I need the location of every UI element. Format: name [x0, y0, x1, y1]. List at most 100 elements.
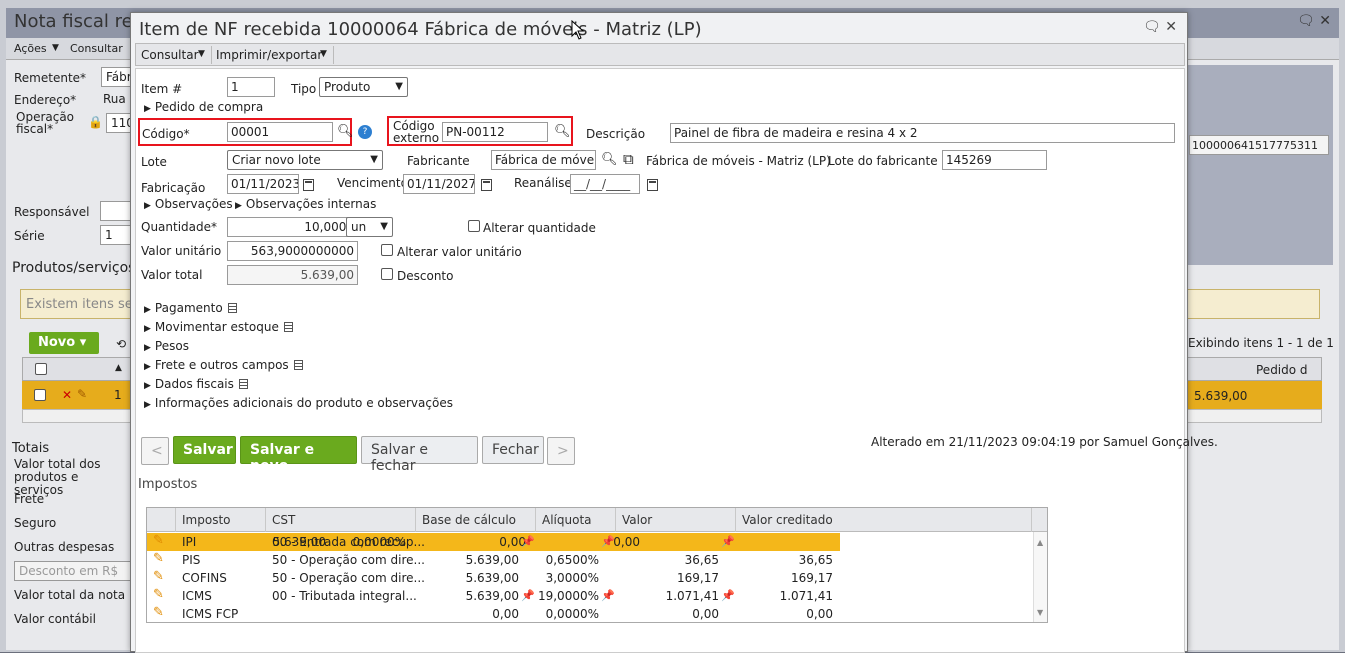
remetente-input[interactable]: Fábri — [101, 67, 135, 87]
valor-unitario-input[interactable]: 563,9000000000 — [227, 241, 358, 261]
desconto-select[interactable]: Desconto em R$ — [14, 561, 131, 581]
fabricante-link[interactable]: Fábrica de móveis - Matriz (LP) — [646, 154, 831, 168]
document-icon[interactable] — [227, 303, 237, 313]
edit-icon[interactable]: ✎ — [153, 533, 164, 548]
descricao-input[interactable]: Painel de fibra de madeira e resina 4 x … — [670, 123, 1175, 143]
salvar-novo-button[interactable]: Salvar e novo — [240, 436, 357, 474]
pedido-compra-toggle[interactable]: ▶ Pedido de compra — [144, 100, 263, 114]
fabricante-input[interactable]: Fábrica de móveis — [491, 150, 596, 170]
section-toggle[interactable]: ▶ Frete e outros campos — [144, 358, 303, 372]
quantidade-input[interactable]: 10,0000 — [227, 217, 358, 237]
fechar-button[interactable]: Fechar — [482, 436, 544, 464]
serie-input[interactable]: 1 — [100, 225, 131, 245]
cell-base: 5.639,00 — [465, 589, 519, 603]
codigo-externo-input[interactable]: PN-00112 — [442, 122, 548, 142]
refresh-icon[interactable]: ⟲ — [116, 337, 126, 351]
help-icon[interactable]: ? — [358, 125, 372, 139]
consultar-menu[interactable]: Consultar — [70, 42, 123, 55]
endereco-label: Endereço* — [14, 93, 77, 107]
observacoes-toggle[interactable]: ▶ Observações — [144, 197, 233, 211]
table-row[interactable]: ✎ COFINS 50 - Operação com dire... 5.639,00… — [147, 569, 1033, 587]
pin-icon[interactable]: 📌 — [601, 535, 615, 548]
reanalise-input[interactable]: __/__/____ — [570, 174, 640, 194]
pin-icon[interactable]: 📌 — [721, 589, 735, 602]
chat-icon[interactable]: 🗨 — [1143, 19, 1161, 35]
salvar-button[interactable]: Salvar — [173, 436, 236, 464]
unidade-select[interactable]: un ▼ — [346, 217, 393, 237]
section-toggle[interactable]: ▶ Informações adicionais do produto e obs… — [144, 396, 453, 410]
document-icon[interactable] — [293, 360, 303, 370]
pin-icon[interactable]: 📌 — [521, 535, 535, 548]
lote-fabricante-input[interactable]: 145269 — [942, 150, 1047, 170]
table-row[interactable]: ✎ IPI 00 - Entrada com recup... 5.639,00 0,0… — [147, 533, 840, 551]
tipo-select[interactable]: Produto ▼ — [319, 77, 408, 97]
alterar-valor-unitario-checkbox[interactable] — [381, 244, 393, 256]
cell-cst: 00 - Tributada integral... — [272, 589, 417, 603]
lote-select[interactable]: Criar novo lote ▼ — [227, 150, 383, 170]
col-cst[interactable]: CST — [272, 513, 295, 527]
section-toggle[interactable]: ▶ Dados fiscais — [144, 377, 248, 391]
pin-icon[interactable]: 📌 — [521, 589, 535, 602]
section-toggle[interactable]: ▶ Pagamento — [144, 301, 237, 315]
responsavel-input[interactable] — [100, 201, 131, 221]
document-icon[interactable] — [283, 322, 293, 332]
row-checkbox[interactable] — [34, 389, 46, 401]
chave-input[interactable]: 100000641517775311 — [1189, 135, 1329, 155]
scroll-down-icon[interactable]: ▼ — [1037, 608, 1043, 617]
close-icon[interactable]: ✕ — [1165, 19, 1177, 35]
desconto-checkbox[interactable] — [381, 268, 393, 280]
edit-icon[interactable]: ✎ — [153, 587, 164, 602]
alterar-quantidade-checkbox[interactable] — [468, 220, 480, 232]
open-external-icon[interactable]: ⧉ — [623, 150, 634, 168]
pin-icon[interactable]: 📌 — [601, 589, 615, 602]
next-button[interactable]: > — [547, 437, 575, 465]
edit-icon[interactable]: ✎ — [77, 387, 87, 401]
pedido-column-header[interactable]: Pedido d — [1256, 363, 1308, 377]
search-icon[interactable]: 🔍︎ — [337, 124, 354, 139]
section-toggle[interactable]: ▶ Movimentar estoque — [144, 320, 293, 334]
expand-icon: ▶ — [144, 400, 151, 410]
pin-icon[interactable]: 📌 — [721, 535, 735, 548]
novo-button[interactable]: Novo ▾ — [29, 332, 99, 354]
scroll-up-icon[interactable]: ▲ — [1037, 538, 1043, 547]
col-base[interactable]: Base de cálculo — [422, 513, 516, 527]
fabricacao-input[interactable]: 01/11/2023 — [227, 174, 299, 194]
col-imposto[interactable]: Imposto — [182, 513, 231, 527]
codigo-input[interactable]: 00001 — [227, 122, 333, 142]
chat-icon[interactable]: 🗨 ✕ — [1297, 13, 1331, 29]
prev-button[interactable]: < — [141, 437, 169, 465]
search-icon[interactable]: 🔍︎ — [601, 152, 618, 167]
col-valor-creditado[interactable]: Valor creditado — [742, 513, 833, 527]
search-icon[interactable]: 🔍︎ — [554, 124, 571, 139]
imprimir-menu[interactable]: Imprimir/exportar — [216, 48, 322, 62]
outras-despesas-label: Outras despesas — [14, 540, 115, 554]
table-row[interactable]: ✎ ICMS FCP 0,00 0,0000% 0,00 0,00 — [147, 605, 1033, 623]
desconto-select-label: Desconto em R$ — [19, 564, 119, 578]
cell-valor: 36,65 — [684, 553, 719, 567]
table-row[interactable]: ✎ ICMS 00 - Tributada integral... 5.639,00 1… — [147, 587, 1033, 605]
edit-icon[interactable]: ✎ — [153, 551, 164, 566]
vencimento-input[interactable]: 01/11/2027 — [403, 174, 475, 194]
delete-icon[interactable]: ✕ — [62, 388, 72, 402]
acoes-menu[interactable]: Ações — [14, 42, 47, 55]
col-valor[interactable]: Valor — [622, 513, 652, 527]
document-icon[interactable] — [238, 379, 248, 389]
edit-icon[interactable]: ✎ — [153, 569, 164, 584]
observacoes-internas-toggle[interactable]: ▶ Observações internas — [235, 197, 376, 211]
vertical-scrollbar[interactable]: ▲ ▼ — [1033, 532, 1047, 622]
calendar-icon[interactable] — [647, 179, 658, 191]
section-toggle[interactable]: ▶ Pesos — [144, 339, 189, 353]
operacao-input[interactable]: 110 — [106, 113, 134, 133]
calendar-icon[interactable] — [481, 179, 492, 191]
calendar-icon[interactable] — [303, 179, 314, 191]
sort-asc-icon[interactable]: ▲ — [115, 363, 122, 373]
col-aliquota[interactable]: Alíquota — [542, 513, 592, 527]
item-input[interactable]: 1 — [227, 77, 275, 97]
edit-icon[interactable]: ✎ — [153, 605, 164, 620]
table-row[interactable]: ✎ PIS 50 - Operação com dire... 5.639,00 0,6… — [147, 551, 1033, 569]
consultar-menu[interactable]: Consultar — [141, 48, 199, 62]
section-label: Informações adicionais do produto e obse… — [154, 396, 453, 410]
salvar-fechar-button[interactable]: Salvar e fechar — [361, 436, 478, 474]
row-number: 1 — [114, 388, 122, 402]
select-all-checkbox[interactable] — [35, 363, 47, 375]
